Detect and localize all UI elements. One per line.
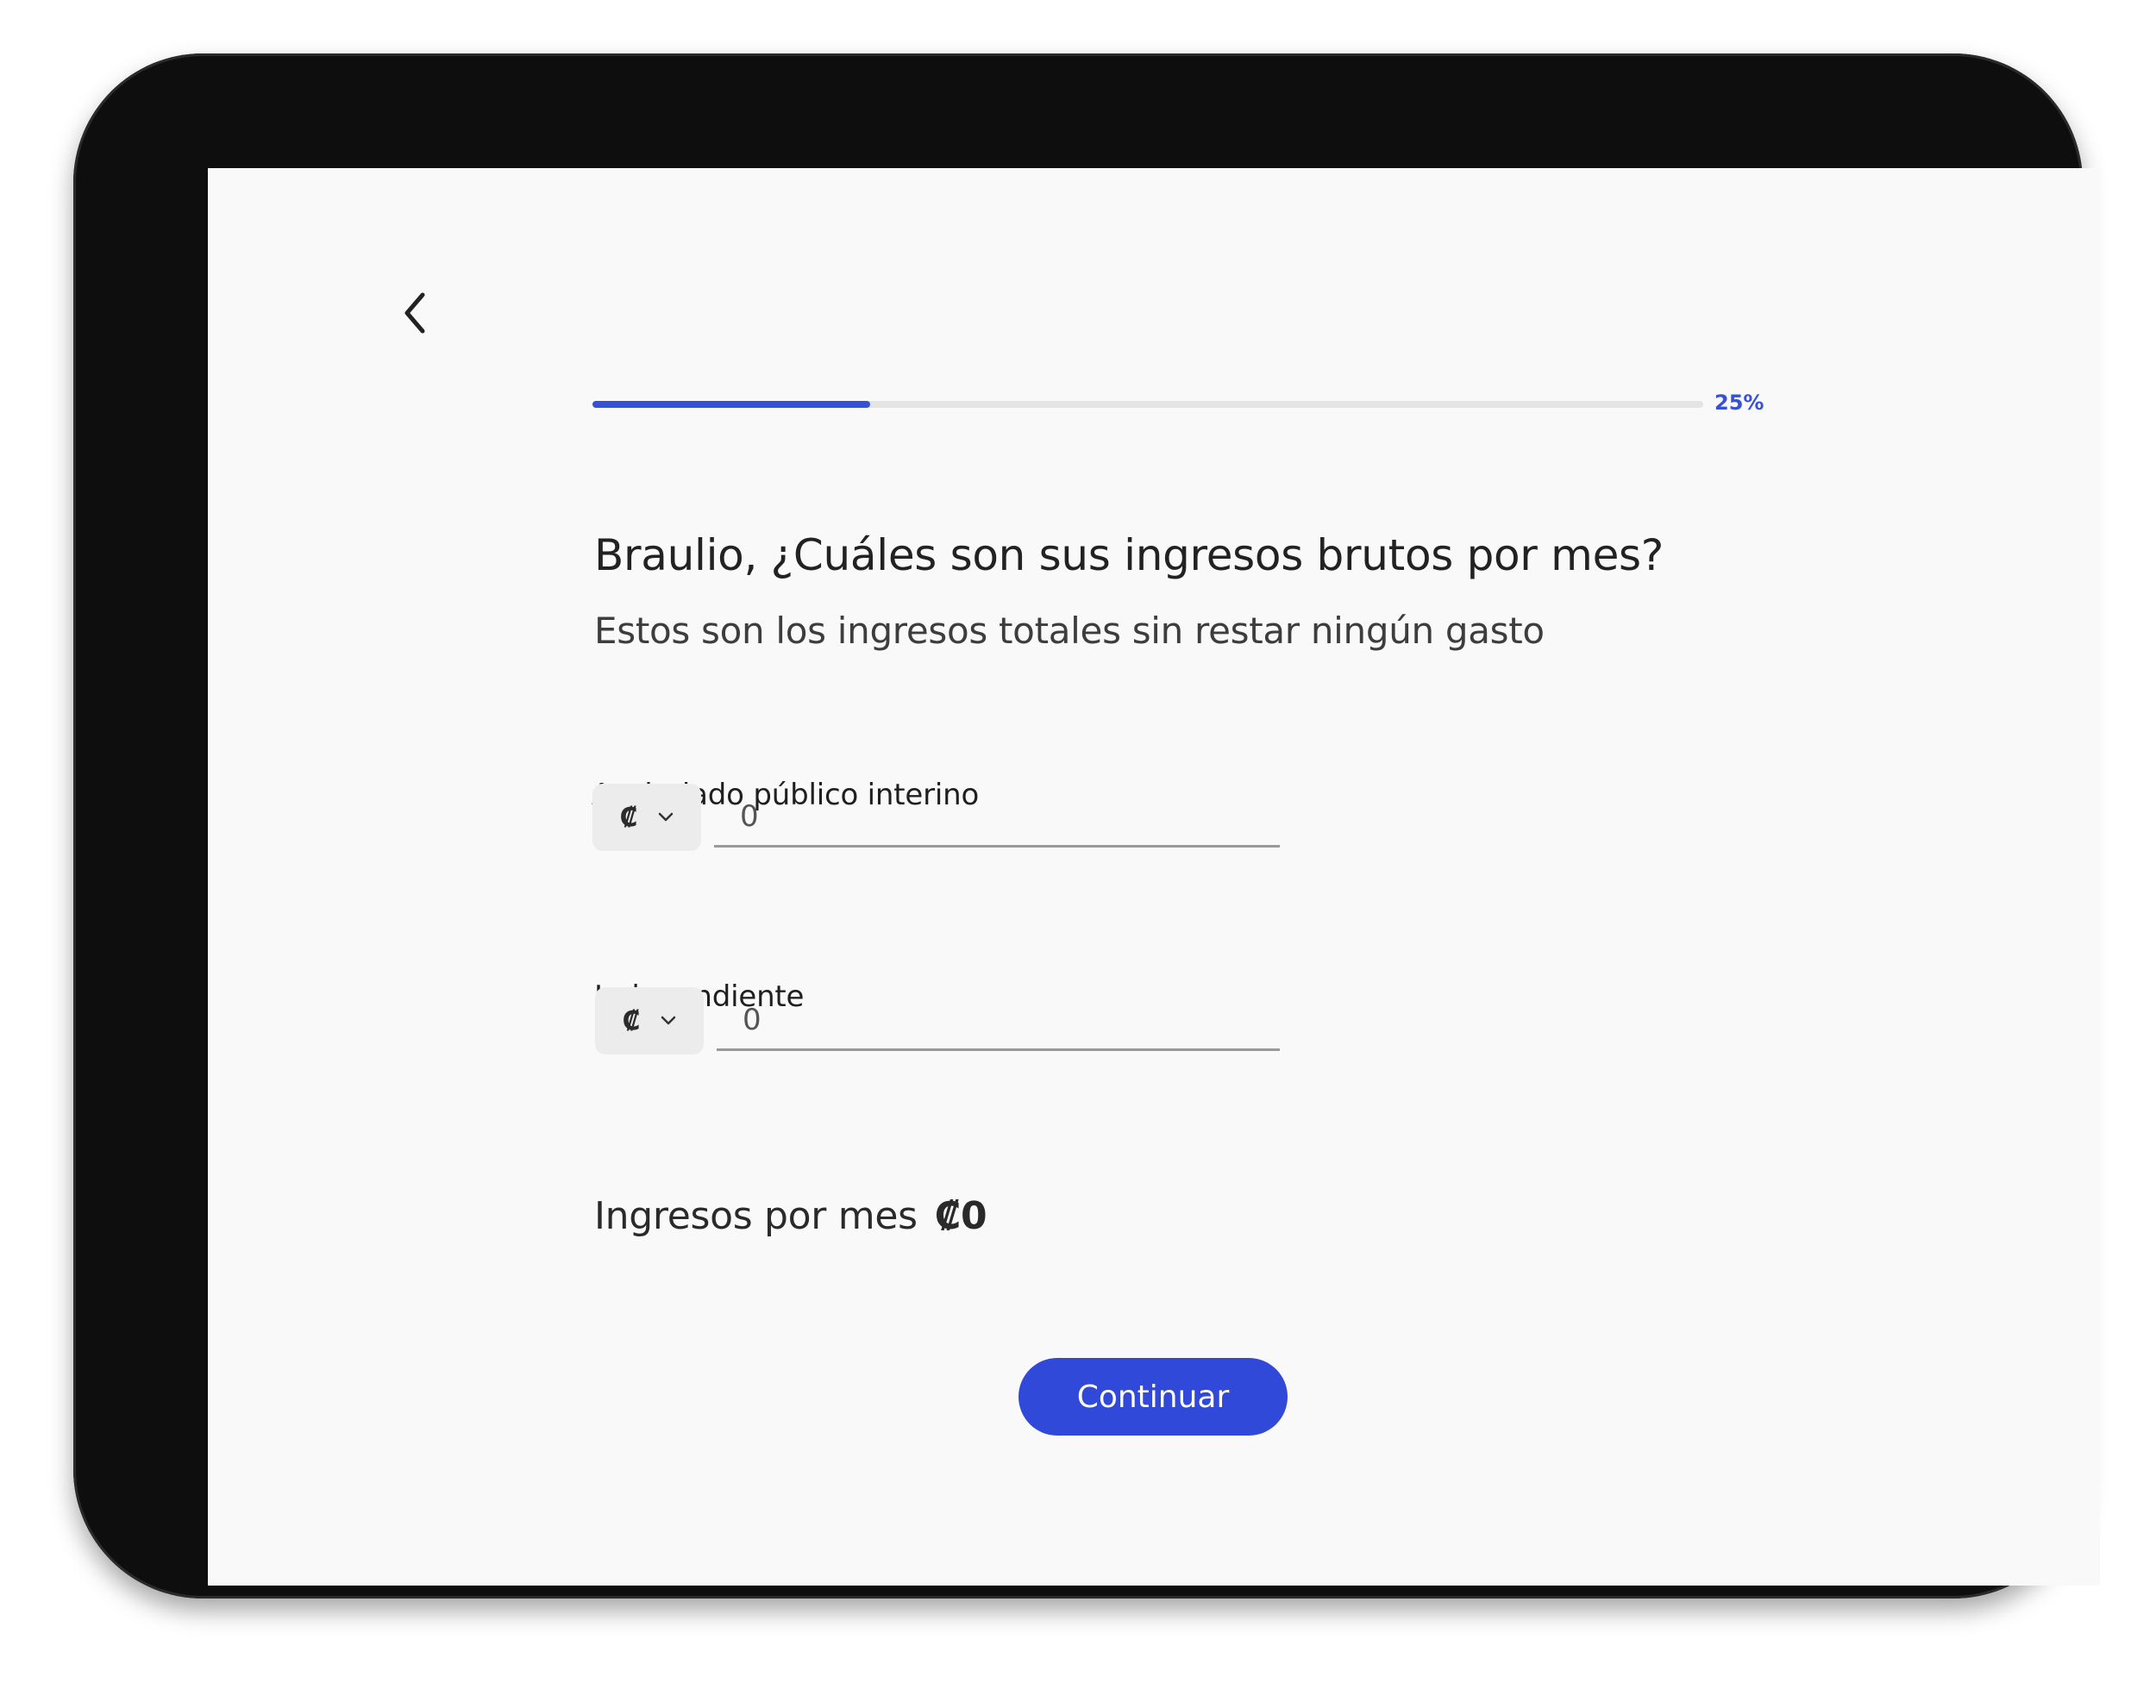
monthly-total-value: ₡0	[934, 1194, 987, 1238]
back-button[interactable]	[389, 278, 441, 347]
app-screen: 25% Braulio, ¿Cuáles son sus ingresos br…	[208, 168, 2100, 1586]
monthly-total: Ingresos por mes ₡0	[594, 1194, 987, 1238]
chevron-left-icon	[404, 292, 425, 334]
currency-symbol: ₡	[622, 1005, 641, 1036]
currency-symbol: ₡	[619, 802, 638, 833]
progress-bar	[592, 401, 1703, 408]
tablet-frame: 25% Braulio, ¿Cuáles son sus ingresos br…	[73, 53, 2100, 1599]
amount-input-independiente[interactable]	[717, 991, 1280, 1051]
chevron-down-icon	[659, 812, 674, 822]
continue-button[interactable]: Continuar	[1018, 1358, 1288, 1436]
progress-fill	[592, 401, 870, 408]
page-subtitle: Estos son los ingresos totales sin resta…	[594, 610, 1545, 652]
amount-input-asalariado[interactable]	[714, 787, 1280, 848]
currency-select-asalariado[interactable]: ₡	[592, 784, 701, 851]
currency-select-independiente[interactable]: ₡	[595, 987, 704, 1054]
page-title: Braulio, ¿Cuáles son sus ingresos brutos…	[594, 530, 1664, 580]
monthly-total-label: Ingresos por mes	[594, 1194, 918, 1238]
chevron-down-icon	[661, 1016, 676, 1025]
progress-percent: 25%	[1714, 391, 1764, 415]
